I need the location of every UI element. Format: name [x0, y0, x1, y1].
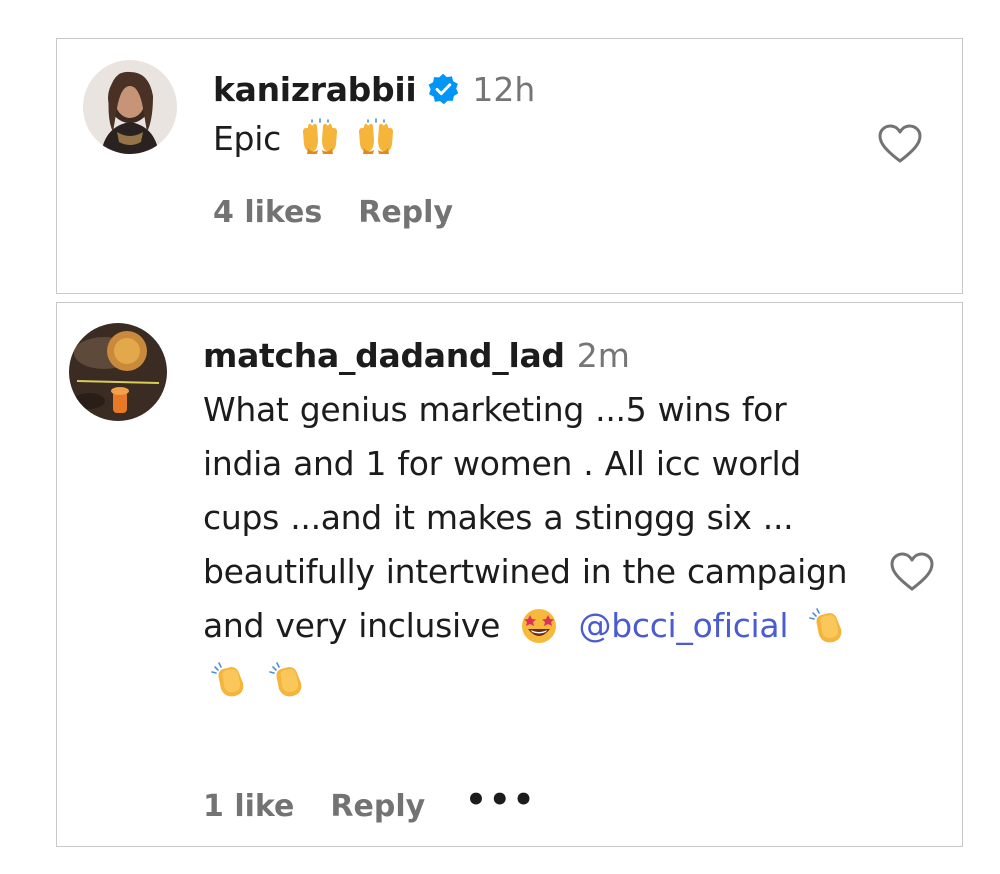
- comment-body: kanizrabbii 12h Epic: [213, 67, 833, 161]
- timestamp[interactable]: 2m: [577, 336, 630, 375]
- comment-actions: 1 like Reply •••: [203, 783, 536, 825]
- comment-body: matcha_dadand_lad 2m What genius marketi…: [203, 333, 863, 707]
- likes-count[interactable]: 1 like: [203, 789, 294, 824]
- comment-actions: 4 likes Reply: [213, 195, 493, 230]
- clapping-hands-emoji-icon: [209, 659, 249, 699]
- timestamp[interactable]: 12h: [472, 70, 535, 109]
- raising-hands-emoji-icon: [356, 118, 396, 158]
- mention-link[interactable]: @bcci_oficial: [579, 606, 789, 645]
- comment-text: What genius marketing ...5 wins for indi…: [203, 383, 863, 707]
- comment-card: matcha_dadand_lad 2m What genius marketi…: [56, 302, 963, 847]
- more-options-icon[interactable]: •••: [465, 783, 536, 817]
- reply-button[interactable]: Reply: [330, 789, 425, 824]
- comment-header: matcha_dadand_lad 2m: [203, 333, 863, 377]
- like-heart-icon[interactable]: [877, 123, 923, 165]
- username[interactable]: kanizrabbii: [213, 70, 417, 109]
- like-heart-icon[interactable]: [889, 551, 935, 593]
- reply-button[interactable]: Reply: [358, 195, 453, 230]
- avatar[interactable]: [83, 60, 177, 154]
- clapping-hands-emoji-icon: [807, 605, 847, 645]
- raising-hands-emoji-icon: [300, 118, 340, 158]
- comment-text-content: Epic: [213, 119, 281, 158]
- star-struck-emoji-icon: [519, 605, 559, 645]
- likes-count[interactable]: 4 likes: [213, 195, 322, 230]
- comment-header: kanizrabbii 12h: [213, 67, 833, 111]
- comment-card: kanizrabbii 12h Epic 4 likes Reply: [56, 38, 963, 294]
- clapping-hands-emoji-icon: [267, 659, 307, 699]
- avatar[interactable]: [69, 323, 167, 421]
- comment-text: Epic: [213, 117, 833, 161]
- verified-badge-icon: [426, 72, 460, 106]
- username[interactable]: matcha_dadand_lad: [203, 336, 565, 375]
